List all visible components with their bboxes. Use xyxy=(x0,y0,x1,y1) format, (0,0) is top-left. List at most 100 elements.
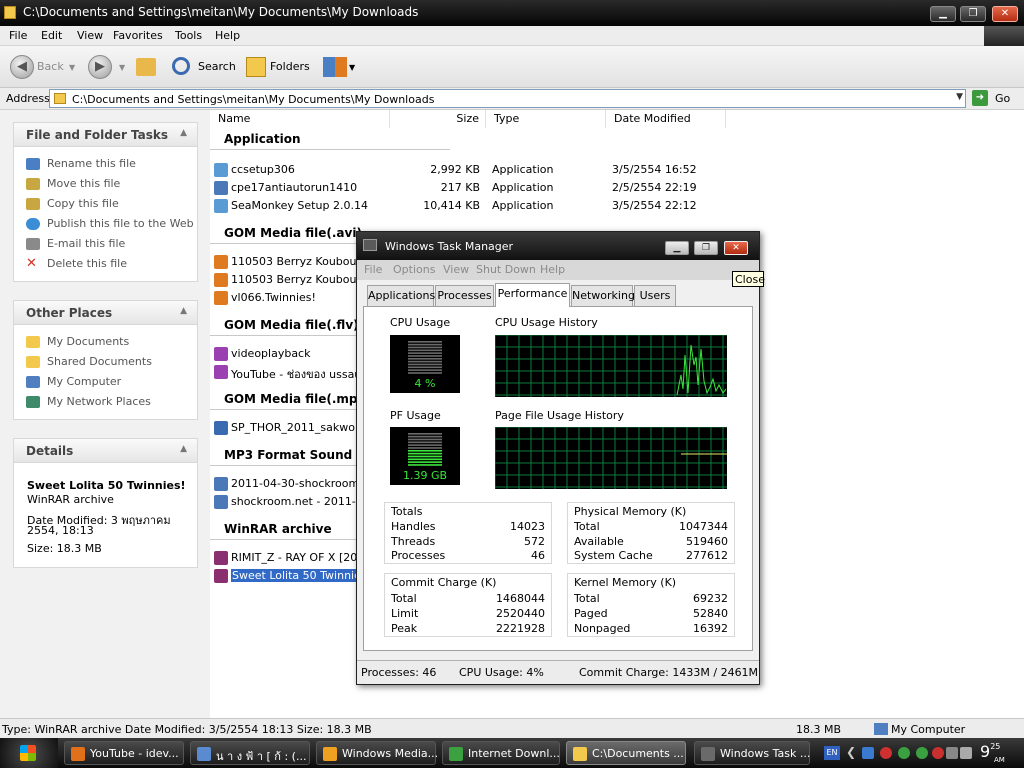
taskbar-button[interactable]: Windows Media... xyxy=(316,741,438,765)
copy-file-link[interactable]: Copy this file xyxy=(26,197,119,210)
taskbar-button[interactable]: C:\Documents ... xyxy=(566,741,686,765)
file-row[interactable]: SeaMonkey Setup 2.0.14 10,414 KB Applicati… xyxy=(210,197,810,215)
column-name[interactable]: Name xyxy=(210,110,390,128)
forward-dropdown-icon[interactable]: ▼ xyxy=(119,63,125,72)
tab-networking[interactable]: Networking xyxy=(571,285,635,306)
tm-maximize-button[interactable]: ❐ xyxy=(694,241,718,255)
folders-icon[interactable] xyxy=(246,57,266,77)
panel-header[interactable]: File and Folder Tasks ▲ xyxy=(14,123,197,147)
panel-title: Details xyxy=(26,444,74,458)
go-button[interactable]: ➜ Go xyxy=(972,90,1020,108)
views-icon[interactable] xyxy=(323,57,347,77)
explorer-title-bar[interactable]: C:\Documents and Settings\meitan\My Docu… xyxy=(0,0,1024,26)
commit-row: Total 1468044 xyxy=(391,592,545,605)
publish-web-link[interactable]: Publish this file to the Web xyxy=(26,217,194,230)
move-file-link[interactable]: Move this file xyxy=(26,177,120,190)
address-bar: Address C:\Documents and Settings\meitan… xyxy=(0,88,1024,110)
file-row[interactable]: ccsetup306 2,992 KB Application 3/5/2554 16… xyxy=(210,161,810,179)
group-title: GOM Media file(.mpg) xyxy=(224,392,372,406)
tray-torrent-icon[interactable] xyxy=(898,747,910,759)
file-name: vl066.Twinnies! xyxy=(231,291,316,304)
email-file-link[interactable]: E-mail this file xyxy=(26,237,125,250)
forward-arrow-icon[interactable]: ▶ xyxy=(88,55,112,79)
folders-button[interactable]: Folders xyxy=(270,60,310,73)
collapse-chevron-icon[interactable]: ▲ xyxy=(180,306,187,316)
menu-edit[interactable]: Edit xyxy=(41,29,62,42)
views-dropdown-icon[interactable]: ▼ xyxy=(349,63,355,72)
tm-menu-options[interactable]: Options xyxy=(393,263,435,276)
taskbar-button[interactable]: Windows Task ... xyxy=(694,741,810,765)
search-icon[interactable] xyxy=(172,57,190,75)
taskbar-button[interactable]: น า ง ฟ้ า [ ก้ : (... xyxy=(190,741,310,765)
maximize-button[interactable]: ❐ xyxy=(960,6,986,22)
menu-tools[interactable]: Tools xyxy=(175,29,202,42)
my-computer-link[interactable]: My Computer xyxy=(26,375,121,388)
minimize-button[interactable]: ▁ xyxy=(930,6,956,22)
back-button-label[interactable]: Back xyxy=(37,60,64,73)
file-type-icon xyxy=(214,365,228,379)
taskbar-button[interactable]: Internet Downl... xyxy=(442,741,560,765)
tm-status-cpu: CPU Usage: 4% xyxy=(459,666,544,679)
search-button[interactable]: Search xyxy=(198,60,236,73)
tab-applications[interactable]: Applications xyxy=(367,285,435,306)
totals-row: Processes 46 xyxy=(391,549,545,562)
tm-menu-view[interactable]: View xyxy=(443,263,469,276)
meter-bar xyxy=(408,455,442,458)
tm-menu-help[interactable]: Help xyxy=(540,263,565,276)
task-manager-window[interactable]: Windows Task Manager ▁ ❐ ✕ File Options … xyxy=(356,231,760,685)
tray-app-icon[interactable] xyxy=(862,747,874,759)
close-tooltip: Close xyxy=(732,271,765,287)
address-dropdown-icon[interactable]: ▼ xyxy=(956,92,963,102)
up-folder-icon[interactable] xyxy=(136,58,156,76)
meter-bar xyxy=(408,450,442,452)
collapse-chevron-icon[interactable]: ▲ xyxy=(180,444,187,454)
tray-app-icon[interactable] xyxy=(880,747,892,759)
menu-help[interactable]: Help xyxy=(215,29,240,42)
task-manager-menu: File Options View Shut Down Help xyxy=(357,260,759,280)
address-input[interactable]: C:\Documents and Settings\meitan\My Docu… xyxy=(49,89,966,108)
address-value[interactable]: C:\Documents and Settings\meitan\My Docu… xyxy=(72,93,434,106)
network-icon[interactable] xyxy=(946,747,958,759)
panel-header[interactable]: Other Places ▲ xyxy=(14,301,197,325)
my-network-places-link[interactable]: My Network Places xyxy=(26,395,151,408)
taskbar-app-icon xyxy=(449,747,463,761)
tray-app-icon[interactable] xyxy=(932,747,944,759)
back-dropdown-icon[interactable]: ▼ xyxy=(69,63,75,72)
language-indicator[interactable]: EN xyxy=(824,746,840,760)
delete-file-link[interactable]: ✕ Delete this file xyxy=(26,257,127,270)
tab-users[interactable]: Users xyxy=(634,285,676,306)
file-type: Application xyxy=(492,199,554,212)
rename-file-link[interactable]: Rename this file xyxy=(26,157,136,170)
task-manager-title-bar[interactable]: Windows Task Manager ▁ ❐ ✕ xyxy=(357,232,759,260)
collapse-chevron-icon[interactable]: ▲ xyxy=(180,128,187,138)
back-arrow-icon[interactable]: ◀ xyxy=(10,55,34,79)
start-button[interactable] xyxy=(0,738,58,768)
group-title: Application xyxy=(224,132,301,146)
column-date-modified[interactable]: Date Modified xyxy=(606,110,726,128)
taskbar-button[interactable]: YouTube - idev... xyxy=(64,741,184,765)
menu-file[interactable]: File xyxy=(9,29,27,42)
menu-view[interactable]: View xyxy=(77,29,103,42)
column-size[interactable]: Size xyxy=(390,110,486,128)
network-icon xyxy=(26,396,40,408)
tray-expand-icon[interactable]: ❮ xyxy=(846,745,856,759)
meter-bar xyxy=(408,372,442,374)
tray-app-icon[interactable] xyxy=(916,747,928,759)
tab-processes[interactable]: Processes xyxy=(435,285,494,306)
my-documents-link[interactable]: My Documents xyxy=(26,335,129,348)
file-type-icon xyxy=(214,347,228,361)
volume-icon[interactable] xyxy=(960,747,972,759)
shared-documents-link[interactable]: Shared Documents xyxy=(26,355,152,368)
file-row[interactable]: cpe17antiautorun1410 217 KB Application 2/5… xyxy=(210,179,810,197)
tm-minimize-button[interactable]: ▁ xyxy=(665,241,689,255)
tm-menu-shutdown[interactable]: Shut Down xyxy=(476,263,536,276)
tm-menu-file[interactable]: File xyxy=(364,263,382,276)
group-title: WinRAR archive xyxy=(224,522,332,536)
panel-header[interactable]: Details ▲ xyxy=(14,439,197,463)
tab-performance[interactable]: Performance xyxy=(495,283,570,307)
tm-close-button[interactable]: ✕ xyxy=(724,241,748,255)
close-button[interactable]: ✕ xyxy=(992,6,1018,22)
column-type[interactable]: Type xyxy=(486,110,606,128)
file-name: SeaMonkey Setup 2.0.14 xyxy=(231,199,368,212)
menu-favorites[interactable]: Favorites xyxy=(113,29,163,42)
